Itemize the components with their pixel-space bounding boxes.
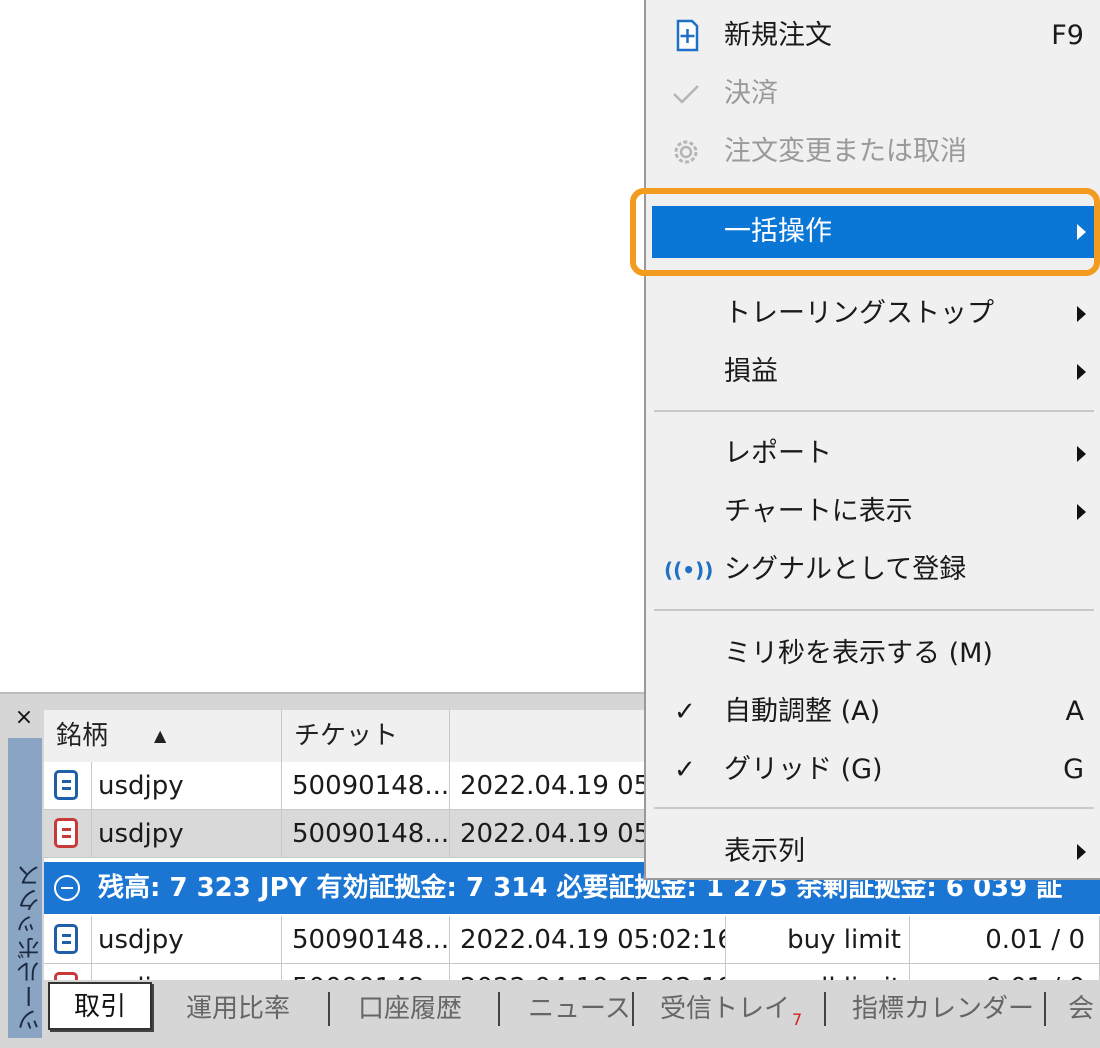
cell-time: 2022.04.19 05:02:16 xyxy=(450,916,726,964)
cell-symbol: usdjpy xyxy=(92,810,282,858)
cell-symbol: usdjpy xyxy=(92,762,282,810)
order-icon xyxy=(54,818,78,848)
cell-ticket: 50090148... xyxy=(282,762,450,810)
check-icon: ✓ xyxy=(674,697,696,727)
menu-item-label: 注文変更または取消 xyxy=(724,136,967,167)
menu-item-trailing-stop[interactable]: トレーリングストップ xyxy=(652,288,1096,340)
gear-icon xyxy=(666,126,706,178)
sort-ascending-icon: ▲ xyxy=(154,726,167,745)
menu-shortcut: A xyxy=(1065,696,1084,727)
menu-item-profit-loss[interactable]: 損益 xyxy=(652,346,1096,398)
menu-item-label: 表示列 xyxy=(724,836,805,867)
tab-exposure[interactable]: 運用比率 xyxy=(160,984,316,1034)
signal-broadcast-icon: ((•)) xyxy=(664,558,714,582)
column-header-symbol[interactable]: 銘柄 ▲ xyxy=(44,710,282,762)
menu-item-label: 自動調整 (A) xyxy=(724,696,881,727)
toolbox-side-tab[interactable]: ツールボックス xyxy=(8,738,45,1038)
menu-separator xyxy=(654,410,1094,412)
tab-company[interactable]: 会 xyxy=(1046,984,1100,1034)
tab-calendar[interactable]: 指標カレンダー xyxy=(826,984,1060,1034)
cell-ticket: 50090148... xyxy=(282,916,450,964)
unread-badge: 7 xyxy=(792,1010,803,1029)
table-row[interactable]: usdjpy 50090148... 2022.04.19 05:02:19 s… xyxy=(44,964,1100,980)
menu-item-show-milliseconds[interactable]: ミリ秒を表示する (M) xyxy=(652,628,1096,680)
menu-item-auto-arrange[interactable]: ✓ 自動調整 (A) A xyxy=(652,686,1096,738)
highlight-callout xyxy=(630,188,1100,276)
toolbox-side-label: ツールボックス xyxy=(17,864,45,1032)
menu-item-register-signal[interactable]: ((•)) シグナルとして登録 xyxy=(652,544,1096,596)
cell-ticket: 50090148... xyxy=(282,810,450,858)
menu-item-label: 新規注文 xyxy=(724,20,832,51)
submenu-arrow-icon xyxy=(1077,504,1086,520)
menu-item-show-on-chart[interactable]: チャートに表示 xyxy=(652,486,1096,538)
menu-item-modify-order[interactable]: 注文変更または取消 xyxy=(652,126,1096,178)
checkmark-icon xyxy=(666,68,706,120)
menu-item-label: グリッド (G) xyxy=(724,754,883,785)
menu-shortcut: F9 xyxy=(1051,20,1084,51)
menu-separator xyxy=(654,609,1094,611)
check-icon: ✓ xyxy=(674,755,696,785)
menu-item-label: トレーリングストップ xyxy=(724,298,994,329)
column-header-ticket[interactable]: チケット xyxy=(282,710,450,762)
menu-separator xyxy=(654,807,1094,809)
cell-type: buy limit xyxy=(726,916,910,964)
context-menu: 新規注文 F9 決済 注文変更または取消 一括操作 トレーリングストップ 損益 xyxy=(644,0,1100,880)
order-icon xyxy=(54,924,78,954)
table-row[interactable]: usdjpy 50090148... 2022.04.19 05:02:16 b… xyxy=(44,916,1100,964)
menu-item-label: レポート xyxy=(724,438,832,469)
order-icon xyxy=(54,770,78,800)
tab-mailbox[interactable]: 受信トレイ 7 xyxy=(634,984,828,1034)
submenu-arrow-icon xyxy=(1077,306,1086,322)
cell-symbol: usdjpy xyxy=(92,964,282,980)
cell-volume: 0.01 / 0 xyxy=(910,964,1100,980)
column-header-ticket-label: チケット xyxy=(294,721,399,751)
submenu-arrow-icon xyxy=(1077,446,1086,462)
menu-item-label: 決済 xyxy=(724,78,778,109)
menu-item-report[interactable]: レポート xyxy=(652,428,1096,480)
collapse-icon[interactable] xyxy=(54,875,80,901)
cell-type: sell limit xyxy=(726,964,910,980)
tab-divider xyxy=(498,992,500,1026)
submenu-arrow-icon xyxy=(1077,844,1086,860)
submenu-arrow-icon xyxy=(1077,364,1086,380)
tab-mailbox-label: 受信トレイ xyxy=(660,994,791,1024)
cell-ticket: 50090148... xyxy=(282,964,450,980)
tab-divider xyxy=(328,992,330,1026)
order-icon xyxy=(54,972,78,980)
menu-item-label: シグナルとして登録 xyxy=(724,554,967,585)
tab-trade[interactable]: 取引 xyxy=(48,982,153,1030)
cell-volume: 0.01 / 0 xyxy=(910,916,1100,964)
menu-item-label: チャートに表示 xyxy=(724,496,913,527)
tab-history[interactable]: 口座履歴 xyxy=(332,984,488,1034)
menu-item-close-position[interactable]: 決済 xyxy=(652,68,1096,120)
menu-item-new-order[interactable]: 新規注文 F9 xyxy=(652,10,1096,62)
menu-item-label: ミリ秒を表示する (M) xyxy=(724,638,993,669)
cell-time: 2022.04.19 05:02:19 xyxy=(450,964,726,980)
new-order-icon xyxy=(666,10,706,62)
cell-symbol: usdjpy xyxy=(92,916,282,964)
menu-shortcut: G xyxy=(1063,754,1084,785)
menu-item-label: 損益 xyxy=(724,356,778,387)
menu-item-columns[interactable]: 表示列 xyxy=(652,826,1096,878)
menu-item-grid[interactable]: ✓ グリッド (G) G xyxy=(652,744,1096,796)
close-icon[interactable]: × xyxy=(12,706,36,730)
column-header-symbol-label: 銘柄 xyxy=(56,721,109,751)
toolbox-tabbar: 取引 運用比率 口座履歴 ニュース 受信トレイ 7 指標カレンダー 会 xyxy=(44,982,1100,1038)
